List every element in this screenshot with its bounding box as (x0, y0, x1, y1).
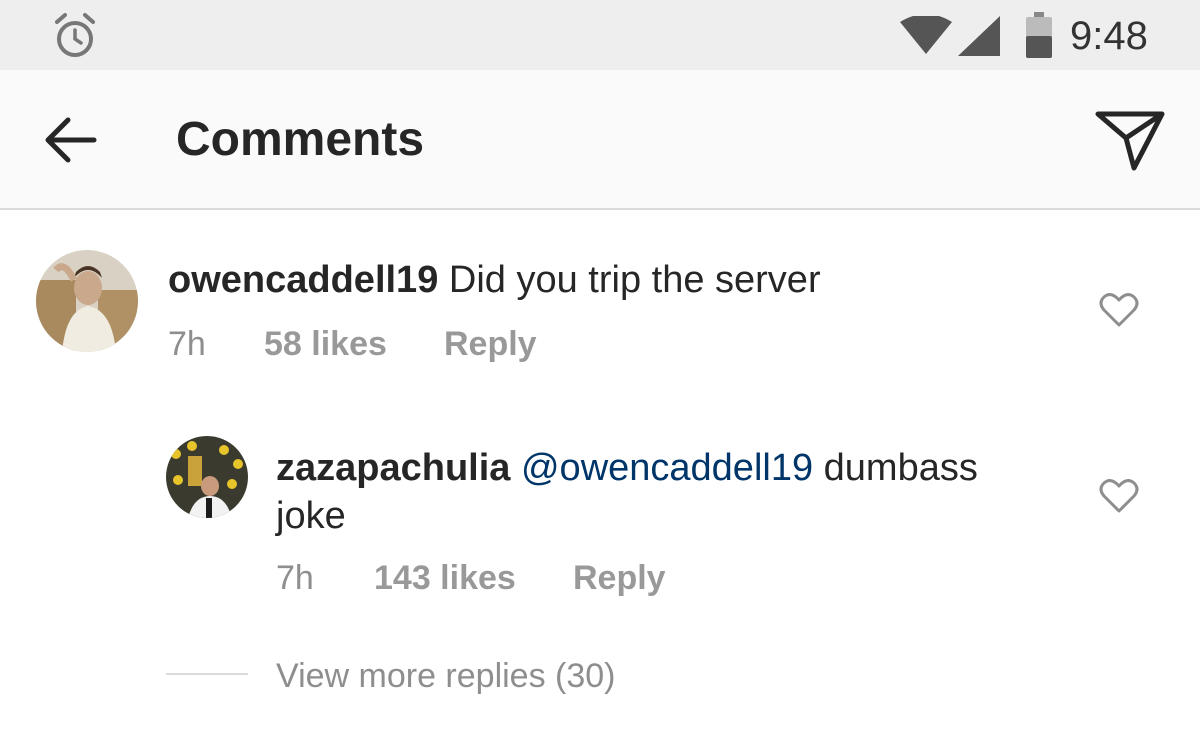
avatar[interactable] (166, 436, 248, 518)
status-clock: 9:48 (1070, 14, 1148, 58)
comment-body: Did you trip the server (448, 259, 821, 301)
comment-meta: 7h 58 likes Reply (168, 322, 768, 366)
reply-body-continued: joke (276, 495, 346, 537)
wifi-icon (900, 16, 952, 54)
page-title: Comments (176, 113, 425, 166)
avatar-image (36, 250, 138, 352)
divider-line (166, 673, 248, 675)
send-icon[interactable] (1094, 108, 1166, 172)
status-bar: 9:48 (0, 0, 1200, 70)
avatar-image (166, 436, 248, 518)
mention-link[interactable]: @owencaddell19 (521, 447, 813, 489)
app-header: Comments (0, 70, 1200, 210)
reply-button[interactable]: Reply (573, 556, 666, 600)
reply-meta: 7h 143 likes Reply (276, 556, 876, 600)
avatar[interactable] (36, 250, 138, 352)
comment-likes[interactable]: 58 likes (264, 322, 387, 366)
reply-button[interactable]: Reply (444, 322, 537, 366)
comment-time: 7h (168, 325, 206, 363)
like-heart-icon[interactable] (1099, 292, 1139, 328)
reply-text: zazapachulia @owencaddell19 dumbass joke (276, 444, 1076, 540)
back-arrow-icon[interactable] (40, 114, 100, 166)
battery-icon (1026, 12, 1052, 58)
view-more-replies-button[interactable]: View more replies (30) (276, 654, 616, 698)
alarm-icon (55, 13, 95, 57)
comment-username[interactable]: owencaddell19 (168, 259, 438, 301)
reply-username[interactable]: zazapachulia (276, 447, 510, 489)
comment-text: owencaddell19 Did you trip the server (168, 256, 1068, 304)
reply-time: 7h (276, 559, 314, 597)
like-heart-icon[interactable] (1099, 478, 1139, 514)
reply-body: dumbass (823, 447, 978, 489)
reply-likes[interactable]: 143 likes (374, 556, 516, 600)
cell-signal-icon (958, 16, 1000, 56)
